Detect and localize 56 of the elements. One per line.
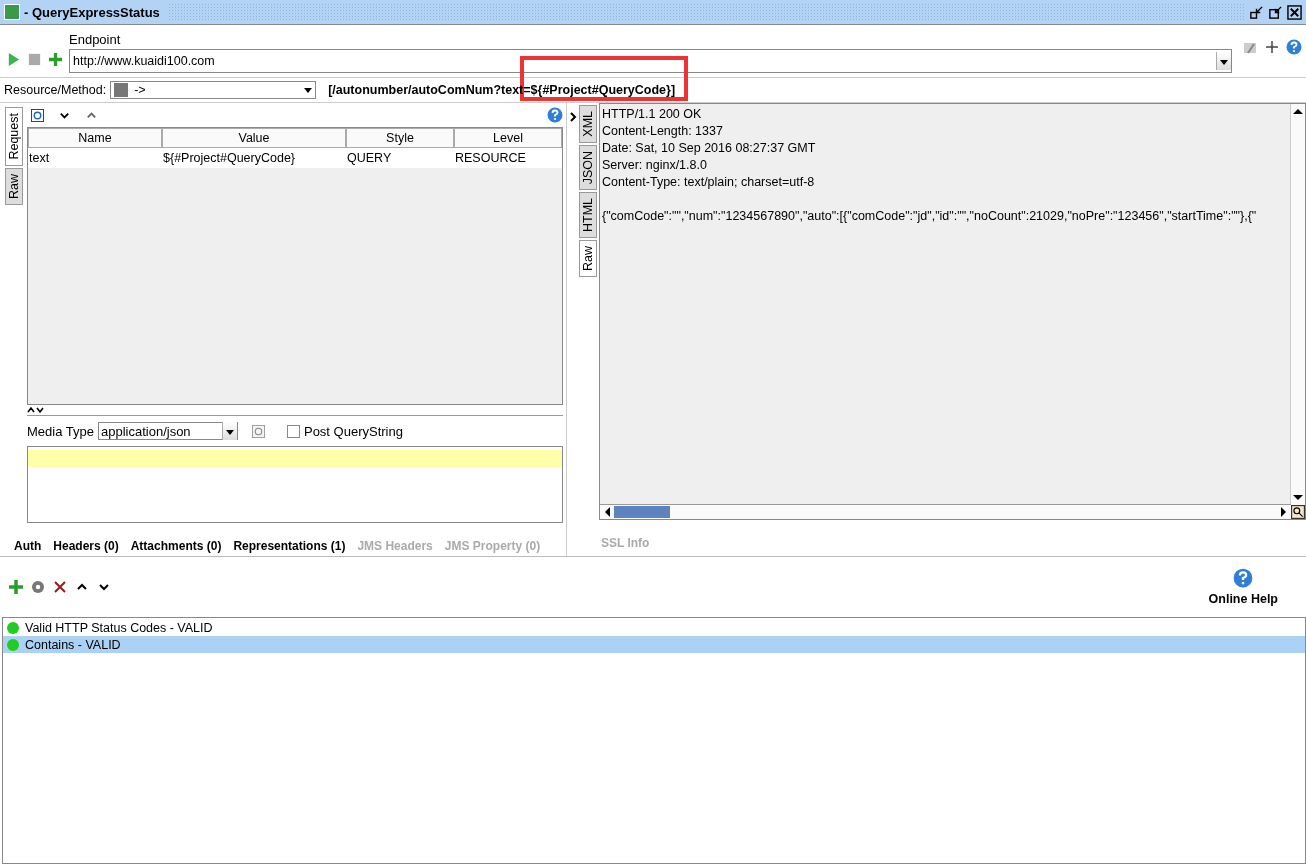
vertical-tab[interactable]: JSON xyxy=(579,144,597,191)
help-icon[interactable] xyxy=(547,107,563,123)
chevron-right-icon[interactable] xyxy=(569,112,577,122)
horizontal-scrollbar[interactable] xyxy=(600,504,1291,519)
help-icon[interactable] xyxy=(1233,568,1254,588)
response-line: HTTP/1.1 200 OK xyxy=(602,106,703,123)
media-type-dropdown[interactable]: application/json xyxy=(97,422,238,440)
method-icon xyxy=(114,83,129,97)
endpoint-field[interactable]: http://www.kuaidi100.com xyxy=(69,49,1232,73)
column-header[interactable]: Value xyxy=(162,128,346,148)
table-cell-text: QUERY xyxy=(346,150,393,167)
response-body: {"comCode":"","num":"1234567890","auto":[{"comCode":"jd","id":"","noCount":21029,"noPre":"123456","startTime":""},{" xyxy=(602,208,1258,225)
column-header[interactable]: Name xyxy=(28,128,162,148)
minimize-icon[interactable] xyxy=(1249,4,1264,20)
response-line: Content-Type: text/plain; charset=utf-8 xyxy=(602,174,816,191)
assertion-item[interactable]: Contains - VALID xyxy=(3,636,1305,653)
vertical-tab[interactable]: HTML xyxy=(579,192,597,239)
response-line: Server: nginx/1.8.0 xyxy=(602,157,708,174)
response-line: Date: Sat, 10 Sep 2016 08:27:37 GMT xyxy=(602,140,817,157)
vertical-tab[interactable]: XML xyxy=(579,105,597,143)
add-icon[interactable] xyxy=(48,52,63,67)
online-help-link[interactable]: Online Help xyxy=(1208,592,1278,606)
zoom-icon[interactable] xyxy=(1291,505,1305,519)
app-icon xyxy=(4,4,20,20)
checkbox[interactable] xyxy=(286,424,300,438)
request-body-editor[interactable] xyxy=(27,446,563,523)
close-icon[interactable] xyxy=(1287,4,1302,20)
vertical-scrollbar[interactable] xyxy=(1290,104,1305,505)
tab[interactable]: Headers (0) xyxy=(53,539,119,559)
table-cell-text: ${#Project#QueryCode} xyxy=(162,150,297,167)
restore-icon[interactable] xyxy=(1268,4,1283,20)
tab[interactable]: Auth xyxy=(14,539,42,559)
assertion-item[interactable]: Valid HTTP Status Codes - VALID xyxy=(3,619,1305,636)
resource-method-label: Resource/Method: xyxy=(4,83,107,97)
media-type-label: Media Type xyxy=(27,423,94,439)
checkbox-label: Post QueryString xyxy=(303,423,403,439)
delete-icon[interactable] xyxy=(52,579,68,595)
help-icon[interactable] xyxy=(1286,39,1302,55)
table-cell-text: RESOURCE xyxy=(454,150,527,167)
column-header[interactable]: Level xyxy=(454,128,562,148)
refresh-icon[interactable] xyxy=(31,108,44,122)
tab[interactable]: Attachments (0) xyxy=(130,539,222,559)
add-icon[interactable] xyxy=(8,579,24,595)
play-icon[interactable] xyxy=(6,52,21,67)
table-cell-text: text xyxy=(28,150,51,167)
column-header[interactable]: Style xyxy=(346,128,454,148)
endpoint-label: Endpoint xyxy=(69,32,122,47)
response-line: Content-Length: 1337 xyxy=(602,123,724,140)
vertical-tab[interactable]: Raw xyxy=(579,240,597,278)
vertical-tab[interactable]: Request xyxy=(5,107,23,166)
collapse-arrows-icon[interactable] xyxy=(27,406,47,414)
tab[interactable]: Representations (1) xyxy=(233,539,346,559)
plus-icon[interactable] xyxy=(1264,39,1280,55)
vertical-tab[interactable]: Raw xyxy=(5,167,23,205)
settings-icon[interactable] xyxy=(30,579,46,595)
method-dropdown[interactable]: -> xyxy=(110,81,317,99)
